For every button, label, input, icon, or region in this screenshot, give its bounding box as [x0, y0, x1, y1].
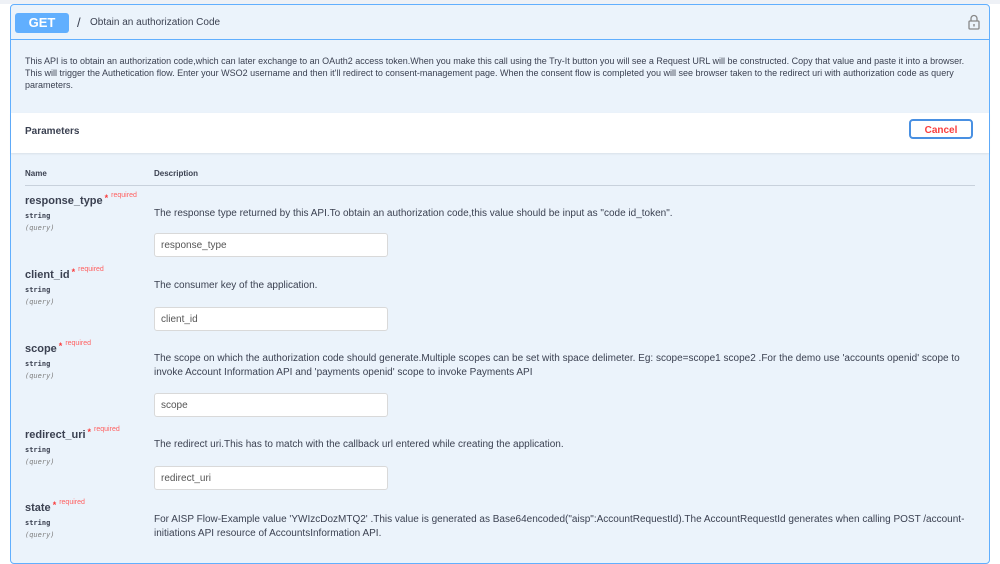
parameters-title: Parameters — [25, 126, 80, 137]
param-name-text: client_id — [25, 269, 70, 281]
required-label: required — [78, 266, 104, 273]
required-star: * — [52, 500, 57, 510]
param-description: The scope on which the authorization cod… — [154, 353, 960, 378]
param-location: (query) — [25, 531, 55, 539]
param-name-text: state — [25, 502, 51, 514]
param-type: string — [25, 519, 51, 527]
required-label: required — [59, 499, 85, 506]
required-label: required — [111, 192, 137, 199]
header-divider — [25, 185, 975, 186]
operation-description: This API is to obtain an authorization c… — [25, 56, 965, 90]
param-name-state: state * required — [25, 499, 85, 514]
required-label: required — [65, 340, 91, 347]
param-location: (query) — [25, 458, 55, 466]
param-name-text: scope — [25, 343, 57, 355]
method-badge: GET — [15, 13, 69, 33]
param-name-client-id: client_id * required — [25, 266, 104, 281]
required-star: * — [71, 267, 76, 277]
required-star: * — [87, 427, 92, 437]
required-star: * — [58, 341, 63, 351]
param-description: For AISP Flow-Example value 'YWIzcDozMTQ… — [154, 514, 965, 539]
param-location: (query) — [25, 224, 55, 232]
param-type: string — [25, 360, 51, 368]
param-name-text: redirect_uri — [25, 429, 86, 441]
param-description: The consumer key of the application. — [154, 280, 318, 291]
operation-summary-text: Obtain an authorization Code — [90, 17, 221, 28]
param-type: string — [25, 286, 51, 294]
param-name-response-type: response_type * required — [25, 192, 137, 207]
param-description: The redirect uri.This has to match with … — [154, 439, 564, 450]
client-id-input[interactable] — [154, 307, 388, 331]
operation-block-get: GET / Obtain an authorization Code This … — [10, 4, 990, 564]
cancel-button[interactable]: Cancel — [909, 119, 973, 139]
param-type: string — [25, 212, 51, 220]
lock-icon[interactable] — [967, 14, 981, 30]
required-star: * — [104, 193, 109, 203]
required-label: required — [94, 426, 120, 433]
path-separator: / — [77, 15, 81, 30]
scope-input[interactable] — [154, 393, 388, 417]
column-header-description: Description — [154, 169, 199, 178]
column-header-name: Name — [25, 169, 47, 178]
param-location: (query) — [25, 298, 55, 306]
parameters-header: Parameters Cancel — [11, 113, 989, 153]
response-type-input[interactable] — [154, 233, 388, 257]
redirect-uri-input[interactable] — [154, 466, 388, 490]
param-description: The response type returned by this API.T… — [154, 208, 673, 219]
param-name-text: response_type — [25, 195, 103, 207]
param-type: string — [25, 446, 51, 454]
operation-summary[interactable]: GET / Obtain an authorization Code — [11, 5, 989, 40]
param-name-redirect-uri: redirect_uri * required — [25, 426, 120, 441]
param-location: (query) — [25, 372, 55, 380]
param-name-scope: scope * required — [25, 340, 91, 355]
